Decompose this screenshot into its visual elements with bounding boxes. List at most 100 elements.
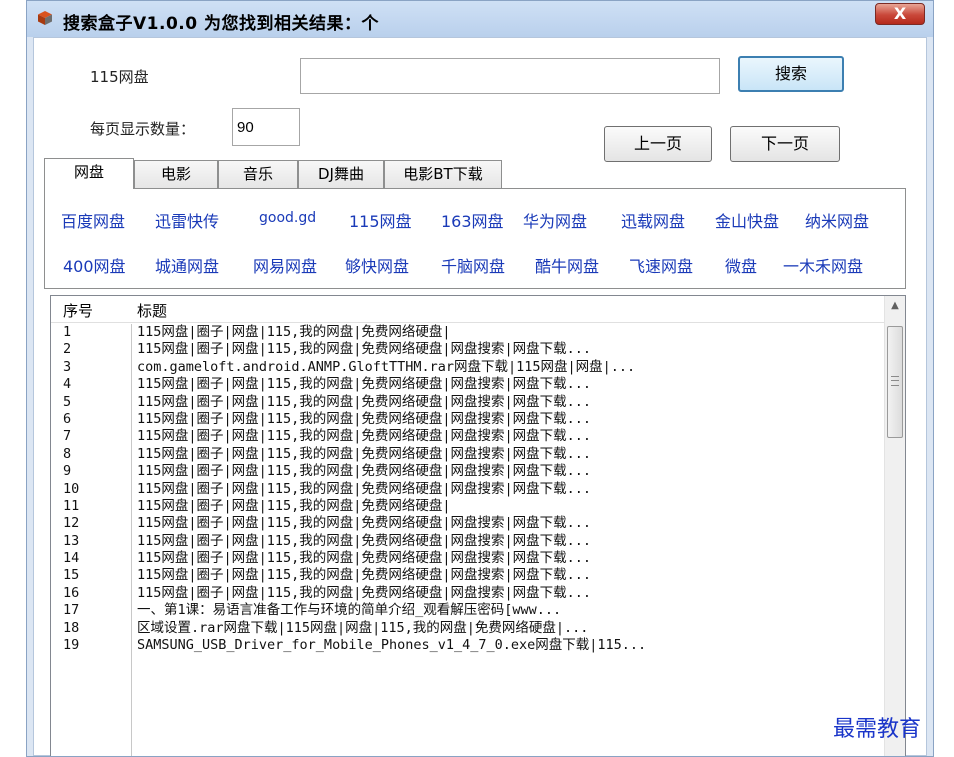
site-links-panel: 百度网盘 迅雷快传 good.gd 115网盘 163网盘 华为网盘 迅载网盘 …	[44, 188, 906, 289]
title-bar: 搜索盒子V1.0.0 为您找到相关结果：个 X	[27, 1, 933, 37]
site-link[interactable]: 城通网盘	[155, 253, 219, 277]
row-number: 10	[63, 480, 80, 497]
table-row[interactable]: 13 115网盘|圈子|网盘|115,我的网盘|免费网络硬盘|网盘搜索|网盘下载.…	[51, 533, 885, 550]
row-title: 115网盘|圈子|网盘|115,我的网盘|免费网络硬盘|网盘搜索|网盘下载...	[137, 410, 592, 427]
row-title: 115网盘|圈子|网盘|115,我的网盘|免费网络硬盘|网盘搜索|网盘下载...	[137, 550, 592, 567]
table-row[interactable]: 19 SAMSUNG_USB_Driver_for_Mobile_Phones_v…	[51, 637, 885, 654]
results-header: 序号 标题	[51, 296, 885, 323]
row-title: 115网盘|圈子|网盘|115,我的网盘|免费网络硬盘|网盘搜索|网盘下载...	[137, 584, 592, 601]
table-row[interactable]: 18 区域设置.rar网盘下载|115网盘|网盘|115,我的网盘|免费网络硬盘|…	[51, 620, 885, 637]
table-row[interactable]: 15 115网盘|圈子|网盘|115,我的网盘|免费网络硬盘|网盘搜索|网盘下载.…	[51, 567, 885, 584]
grip-icon	[891, 376, 899, 386]
next-page-button[interactable]: 下一页	[730, 126, 840, 162]
site-link[interactable]: 华为网盘	[523, 208, 587, 232]
site-link[interactable]: 千脑网盘	[441, 253, 505, 277]
row-number: 17	[63, 602, 80, 619]
table-row[interactable]: 10 115网盘|圈子|网盘|115,我的网盘|免费网络硬盘|网盘搜索|网盘下载.…	[51, 481, 885, 498]
main-panel: 115网盘 搜索 每页显示数量： 上一页 下一页 网盘 电影 音乐 DJ舞曲 电…	[33, 37, 927, 756]
table-row[interactable]: 7 115网盘|圈子|网盘|115,我的网盘|免费网络硬盘|网盘搜索|网盘下载..…	[51, 428, 885, 445]
column-header-title[interactable]: 标题	[137, 300, 167, 321]
search-button[interactable]: 搜索	[738, 56, 844, 92]
page-size-input[interactable]	[232, 108, 300, 146]
vertical-scrollbar[interactable]: ▲	[884, 296, 905, 756]
row-title: com.gameloft.android.ANMP.GloftTTHM.rar网…	[137, 358, 636, 375]
row-number: 15	[63, 567, 80, 584]
table-row[interactable]: 9 115网盘|圈子|网盘|115,我的网盘|免费网络硬盘|网盘搜索|网盘下载..…	[51, 463, 885, 480]
site-link[interactable]: 纳米网盘	[805, 208, 869, 232]
row-number: 6	[63, 410, 72, 427]
row-number: 5	[63, 393, 72, 410]
watermark-text: 最需教育	[833, 717, 922, 742]
scroll-up-icon[interactable]: ▲	[885, 296, 905, 316]
row-number: 9	[63, 463, 72, 480]
site-link[interactable]: 115网盘	[349, 208, 412, 232]
app-box-icon	[38, 11, 52, 25]
prev-page-button[interactable]: 上一页	[604, 126, 712, 162]
row-number: 2	[63, 341, 72, 358]
row-title: 115网盘|圈子|网盘|115,我的网盘|免费网络硬盘|网盘搜索|网盘下载...	[137, 480, 592, 497]
row-number: 13	[63, 532, 80, 549]
site-link[interactable]: 迅雷快传	[155, 208, 219, 232]
row-title: 115网盘|圈子|网盘|115,我的网盘|免费网络硬盘|	[137, 324, 451, 340]
site-link[interactable]: 百度网盘	[61, 208, 125, 232]
tab-movie-bt[interactable]: 电影BT下载	[384, 160, 502, 188]
row-title: 115网盘|圈子|网盘|115,我的网盘|免费网络硬盘|网盘搜索|网盘下载...	[137, 515, 592, 532]
site-link[interactable]: 一木禾网盘	[783, 253, 863, 277]
row-number: 4	[63, 376, 72, 393]
table-row[interactable]: 4 115网盘|圈子|网盘|115,我的网盘|免费网络硬盘|网盘搜索|网盘下载..…	[51, 376, 885, 393]
table-row[interactable]: 5 115网盘|圈子|网盘|115,我的网盘|免费网络硬盘|网盘搜索|网盘下载..…	[51, 394, 885, 411]
site-link[interactable]: 网易网盘	[253, 253, 317, 277]
table-row[interactable]: 17 一、第1课：易语言准备工作与环境的简单介绍_观看解压密码[www...	[51, 602, 885, 619]
row-number: 7	[63, 428, 72, 445]
column-header-no[interactable]: 序号	[63, 300, 93, 321]
table-row[interactable]: 2 115网盘|圈子|网盘|115,我的网盘|免费网络硬盘|网盘搜索|网盘下载..…	[51, 341, 885, 358]
row-number: 19	[63, 637, 80, 654]
site-link[interactable]: 163网盘	[441, 208, 504, 232]
scroll-thumb[interactable]	[887, 326, 903, 438]
site-label: 115网盘	[90, 68, 149, 86]
app-window: 搜索盒子V1.0.0 为您找到相关结果：个 X 115网盘 搜索 每页显示数量：…	[26, 0, 934, 757]
row-title: 区域设置.rar网盘下载|115网盘|网盘|115,我的网盘|免费网络硬盘|..…	[137, 619, 589, 636]
row-title: 115网盘|圈子|网盘|115,我的网盘|免费网络硬盘|网盘搜索|网盘下载...	[137, 428, 592, 445]
search-input[interactable]	[300, 58, 720, 94]
row-title: SAMSUNG_USB_Driver_for_Mobile_Phones_v1_…	[137, 637, 647, 654]
tab-dj[interactable]: DJ舞曲	[298, 160, 384, 188]
table-row[interactable]: 16 115网盘|圈子|网盘|115,我的网盘|免费网络硬盘|网盘搜索|网盘下载.…	[51, 585, 885, 602]
site-link[interactable]: good.gd	[259, 210, 316, 226]
table-row[interactable]: 11 115网盘|圈子|网盘|115,我的网盘|免费网络硬盘|	[51, 498, 885, 515]
site-link[interactable]: 酷牛网盘	[535, 253, 599, 277]
window-title: 搜索盒子V1.0.0 为您找到相关结果：个	[63, 14, 379, 34]
site-link[interactable]: 飞速网盘	[629, 253, 693, 277]
table-row[interactable]: 14 115网盘|圈子|网盘|115,我的网盘|免费网络硬盘|网盘搜索|网盘下载.…	[51, 550, 885, 567]
row-title: 115网盘|圈子|网盘|115,我的网盘|免费网络硬盘|网盘搜索|网盘下载...	[137, 445, 592, 462]
table-row[interactable]: 6 115网盘|圈子|网盘|115,我的网盘|免费网络硬盘|网盘搜索|网盘下载..…	[51, 411, 885, 428]
row-title: 115网盘|圈子|网盘|115,我的网盘|免费网络硬盘|	[137, 497, 451, 514]
close-button[interactable]: X	[875, 3, 925, 25]
table-row[interactable]: 12 115网盘|圈子|网盘|115,我的网盘|免费网络硬盘|网盘搜索|网盘下载.…	[51, 515, 885, 532]
table-row[interactable]: 8 115网盘|圈子|网盘|115,我的网盘|免费网络硬盘|网盘搜索|网盘下载..…	[51, 446, 885, 463]
row-number: 11	[63, 497, 80, 514]
row-title: 一、第1课：易语言准备工作与环境的简单介绍_观看解压密码[www...	[137, 602, 562, 619]
row-number: 16	[63, 584, 80, 601]
close-icon: X	[893, 4, 907, 23]
row-number: 18	[63, 619, 80, 636]
row-number: 12	[63, 515, 80, 532]
table-row[interactable]: 3 com.gameloft.android.ANMP.GloftTTHM.rar…	[51, 359, 885, 376]
results-rows: 1 115网盘|圈子|网盘|115,我的网盘|免费网络硬盘| 2 115网盘|圈子|网…	[51, 324, 885, 654]
page-size-label: 每页显示数量：	[90, 120, 196, 138]
site-link[interactable]: 迅载网盘	[621, 208, 685, 232]
site-link[interactable]: 400网盘	[63, 253, 126, 277]
row-title: 115网盘|圈子|网盘|115,我的网盘|免费网络硬盘|网盘搜索|网盘下载...	[137, 393, 592, 410]
tab-wangpan[interactable]: 网盘	[44, 158, 134, 189]
row-title: 115网盘|圈子|网盘|115,我的网盘|免费网络硬盘|网盘搜索|网盘下载...	[137, 567, 592, 584]
results-list: 序号 标题 1 115网盘|圈子|网盘|115,我的网盘|免费网络硬盘| 2 115网…	[50, 295, 906, 756]
row-title: 115网盘|圈子|网盘|115,我的网盘|免费网络硬盘|网盘搜索|网盘下载...	[137, 532, 592, 549]
site-link[interactable]: 够快网盘	[345, 253, 409, 277]
row-number: 8	[63, 445, 72, 462]
site-link[interactable]: 微盘	[725, 253, 757, 277]
tab-music[interactable]: 音乐	[218, 160, 298, 188]
tab-movie[interactable]: 电影	[134, 160, 218, 188]
site-link[interactable]: 金山快盘	[715, 208, 779, 232]
row-title: 115网盘|圈子|网盘|115,我的网盘|免费网络硬盘|网盘搜索|网盘下载...	[137, 376, 592, 393]
table-row[interactable]: 1 115网盘|圈子|网盘|115,我的网盘|免费网络硬盘|	[51, 324, 885, 341]
